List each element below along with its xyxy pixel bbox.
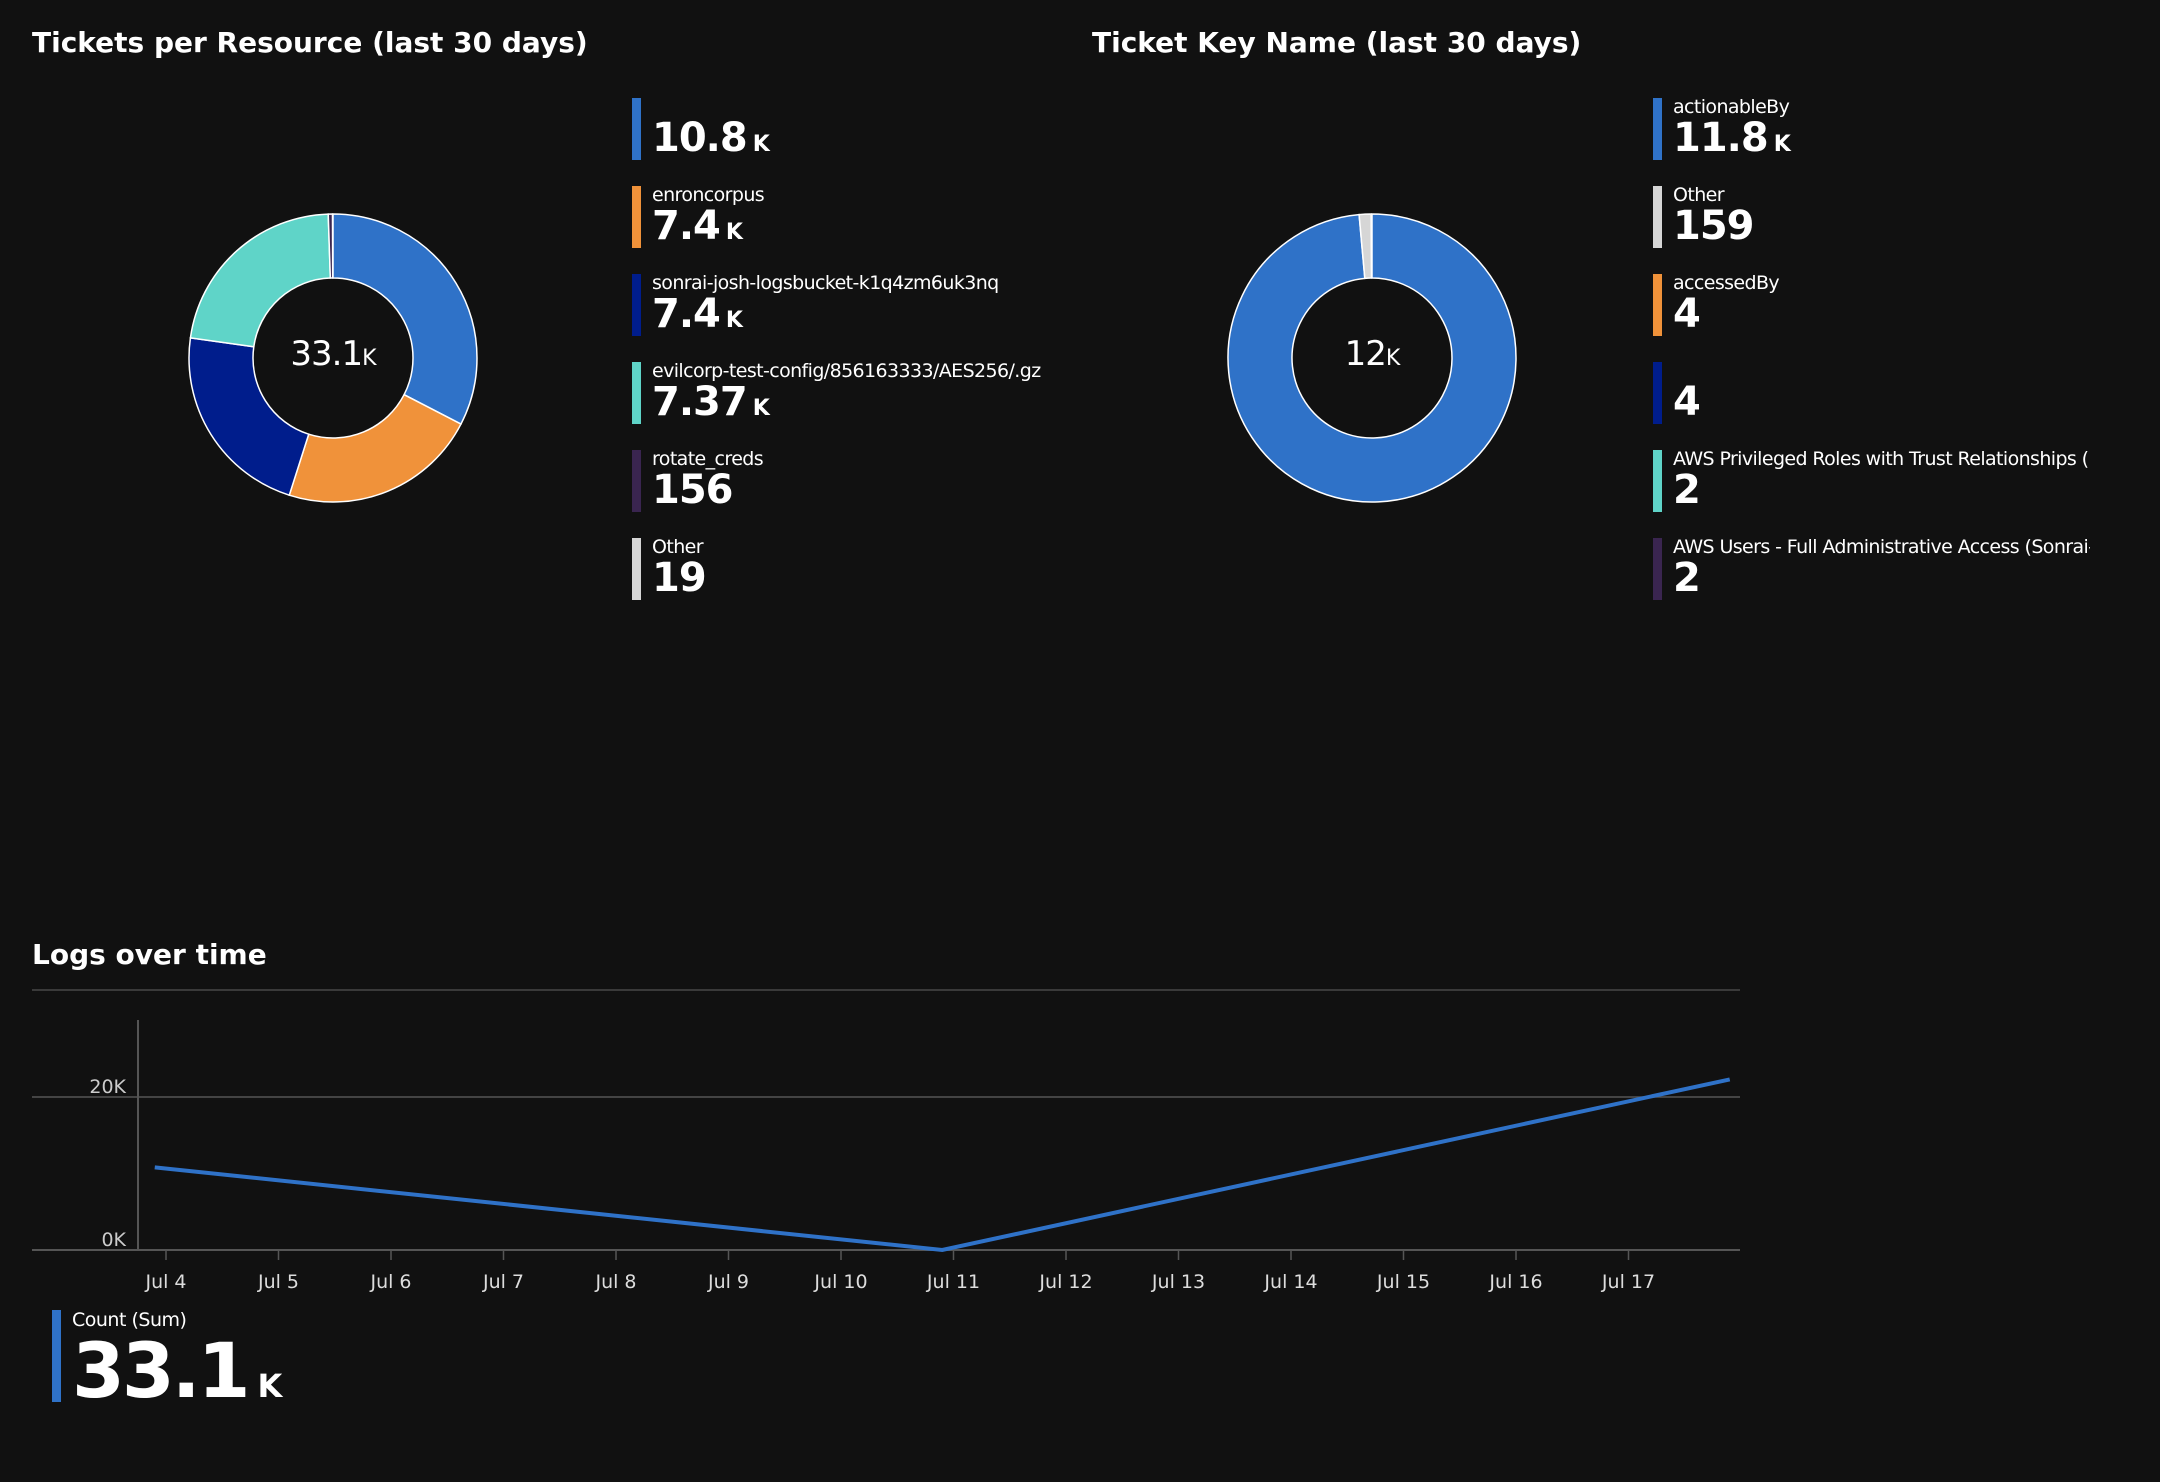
- key-name-legend-item[interactable]: actionableBy 11.8 K: [1653, 98, 2090, 160]
- resource-legend-item[interactable]: sonrai-josh-logsbucket-k1q4zm6uk3nq 7.4 K: [632, 274, 1152, 336]
- key-name-legend-value: 4: [1673, 291, 1701, 336]
- resource-slice-0[interactable]: [332, 213, 478, 426]
- y-tick-label: 20K: [89, 1076, 126, 1098]
- key-name-legend-color-bar: [1653, 450, 1662, 512]
- key-name-legend-value: 2: [1673, 467, 1701, 512]
- x-tick-label: Jul 16: [1488, 1271, 1542, 1293]
- key-name-legend-item[interactable]: AWS Privileged Roles with Trust Relation…: [1653, 450, 2090, 512]
- resource-legend-item[interactable]: 10.8 K: [632, 98, 1152, 160]
- x-tick-label: Jul 11: [926, 1271, 980, 1293]
- key-name-legend-color-bar: [1653, 538, 1662, 600]
- x-tick-label: Jul 5: [257, 1271, 299, 1293]
- count-sum-series-line[interactable]: [154, 1077, 1731, 1253]
- x-tick-label: Jul 15: [1376, 1271, 1430, 1293]
- count-sum-color-bar: [52, 1310, 61, 1402]
- x-tick-label: Jul 9: [707, 1271, 749, 1293]
- tickets-per-resource-title: Tickets per Resource (last 30 days): [32, 26, 588, 59]
- key-name-legend-label: AWS Users - Full Administrative Access (…: [1673, 538, 2090, 558]
- key-name-legend-value: 159: [1673, 203, 1754, 248]
- resource-legend-value: 7.4 K: [652, 203, 743, 248]
- x-tick-label: Jul 8: [594, 1271, 636, 1293]
- resource-legend-item[interactable]: evilcorp-test-config/856163333/AES256/.g…: [632, 362, 1152, 424]
- tickets-per-resource-total: 33.1K: [290, 334, 376, 374]
- resource-slice-1[interactable]: [288, 393, 462, 503]
- x-tick-label: Jul 14: [1263, 1271, 1317, 1293]
- y-tick-label: 0K: [101, 1229, 126, 1251]
- resource-slice-3[interactable]: [189, 213, 332, 348]
- key-name-legend-item[interactable]: 4: [1653, 362, 2090, 424]
- key-name-legend-item[interactable]: AWS Users - Full Administrative Access (…: [1653, 538, 2090, 600]
- logs-over-time-chart: 0K 20K Jul 4 Jul 5 Jul 6 Jul 7 Jul 8 Jul 9 Jul 1…: [32, 989, 1740, 1293]
- key-name-legend-color-bar: [1653, 362, 1662, 424]
- x-tick-label: Jul 13: [1151, 1271, 1205, 1293]
- x-tick-label: Jul 12: [1038, 1271, 1092, 1293]
- resource-legend-value: 10.8 K: [652, 115, 770, 160]
- key-name-legend-item[interactable]: Other 159: [1653, 186, 2090, 248]
- resource-legend-color-bar: [632, 538, 641, 600]
- key-name-legend-color-bar: [1653, 98, 1662, 160]
- key-name-legend-item[interactable]: accessedBy 4: [1653, 274, 2090, 336]
- resource-legend-item[interactable]: enroncorpus 7.4 K: [632, 186, 1152, 248]
- key-name-legend-color-bar: [1653, 186, 1662, 248]
- key-name-legend-label: AWS Privileged Roles with Trust Relation…: [1673, 450, 2090, 470]
- resource-legend-color-bar: [632, 186, 641, 248]
- resource-legend-value: 156: [652, 467, 733, 512]
- x-tick-label: Jul 6: [369, 1271, 411, 1293]
- ticket-key-name-total: 12K: [1344, 334, 1401, 374]
- resource-legend-color-bar: [632, 362, 641, 424]
- x-tick-label: Jul 17: [1601, 1271, 1655, 1293]
- key-name-legend-value: 4: [1673, 379, 1701, 424]
- resource-legend-color-bar: [632, 274, 641, 336]
- resource-legend-color-bar: [632, 98, 641, 160]
- resource-legend-item[interactable]: rotate_creds 156: [632, 450, 1152, 512]
- x-tick-label: Jul 10: [813, 1271, 867, 1293]
- resource-legend-value: 19: [652, 555, 707, 600]
- logs-over-time-title: Logs over time: [32, 938, 267, 971]
- resource-legend-value: 7.4 K: [652, 291, 743, 336]
- key-name-legend-color-bar: [1653, 274, 1662, 336]
- resource-legend-value: 7.37 K: [652, 379, 770, 424]
- ticket-key-name-title: Ticket Key Name (last 30 days): [1092, 26, 1582, 59]
- key-name-legend-value: 2: [1673, 555, 1701, 600]
- resource-legend-item[interactable]: Other 19: [632, 538, 1152, 600]
- key-name-legend-value: 11.8 K: [1673, 115, 1791, 160]
- x-tick-label: Jul 7: [482, 1271, 524, 1293]
- count-sum-value: 33.1 K: [72, 1326, 283, 1415]
- resource-slice-5[interactable]: [332, 213, 334, 279]
- x-tick-label: Jul 4: [144, 1271, 186, 1293]
- resource-legend-color-bar: [632, 450, 641, 512]
